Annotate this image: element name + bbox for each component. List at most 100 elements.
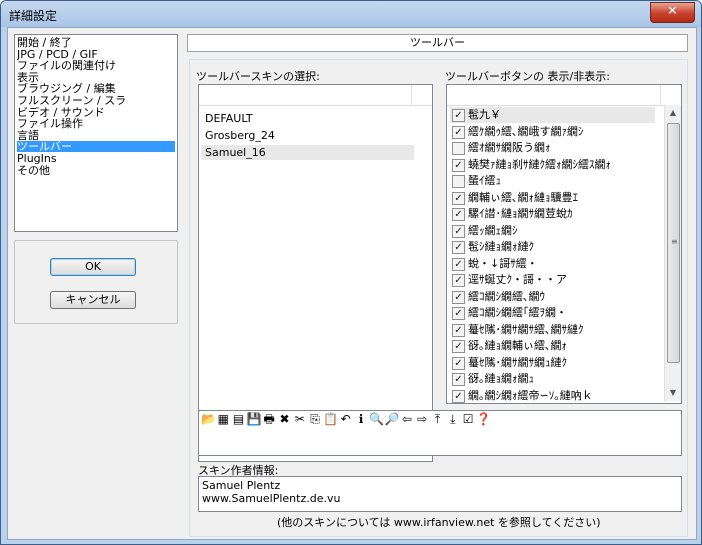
- checkbox[interactable]: ✓: [452, 373, 465, 386]
- category-item[interactable]: ツールバー: [17, 141, 175, 153]
- checkbox[interactable]: ✓: [452, 158, 465, 172]
- print-icon: 🖶: [263, 412, 275, 426]
- category-item[interactable]: PlugIns: [17, 153, 175, 164]
- category-item[interactable]: 開始 / 終了: [17, 37, 175, 48]
- toolbar-preview: 📂 ▦ ▤ 💾 🖶 ✖ ✂ ⎘ 📋 ↶ ℹ 🔍 🔎 ⇦ ⇨ ⤒ ⤓ ☑ ❓: [198, 410, 682, 456]
- cancel-button[interactable]: キャンセル: [50, 291, 136, 309]
- checkbox[interactable]: ✓: [452, 274, 465, 287]
- toolbar-button-label: 蜑ｲ繧ｭ: [468, 174, 501, 187]
- checkbox[interactable]: [452, 175, 465, 188]
- toolbar-button-list[interactable]: ▲ ≡ ▼ ✓ 髢九￥ ✓ 繧ｹ繝ｩ繧､繝峨す繝ｧ繝ｼ 繧ｵ繝ｻ繝阪う繝ｫ ✓ 蟯樊ｧ縺ｮ刹…: [446, 84, 682, 404]
- skin-item[interactable]: Samuel_16: [201, 145, 414, 160]
- toolbar-button-item[interactable]: 繧ｵ繝ｻ繝阪う繝ｫ: [450, 140, 655, 156]
- skin-item[interactable]: DEFAULT: [201, 111, 414, 126]
- toolbar-button-label: 騾ｲ譛･縺ｮ繝ｻ繝荳蛻ｶ: [468, 207, 573, 220]
- toolbar-button-item[interactable]: ✓ 髢九￥: [450, 107, 655, 123]
- skin-item[interactable]: Grosberg_24: [201, 128, 414, 143]
- skin-list[interactable]: DEFAULT Grosberg_24 Samuel_16: [198, 84, 433, 462]
- category-item[interactable]: 表示: [17, 72, 175, 83]
- toolbar-button-label: 繝輔ぃ繧､繝ｫ縺ｮ驥豊ｴ: [468, 190, 578, 204]
- category-item[interactable]: フルスクリーン / スラ: [17, 95, 175, 106]
- close-icon: ✕: [667, 4, 678, 19]
- toolbar-button-item[interactable]: ✓ 繧ｺ繝ｼ繝繧｢繧ｦ繝・: [450, 305, 655, 321]
- category-list[interactable]: 開始 / 終了 JPG / PCD / GIF ファイルの関連付け 表示 ブラウジング …: [14, 34, 178, 232]
- window-title: 詳細設定: [9, 9, 58, 23]
- checkbox[interactable]: ✓: [452, 241, 465, 254]
- toolbar-button-item[interactable]: 蜑ｲ繧ｭ: [450, 173, 655, 189]
- zoom-in-icon: 🔍: [369, 412, 385, 426]
- grip-icon: ≡: [671, 237, 678, 246]
- info-icon: ℹ: [358, 412, 364, 426]
- next-icon: ⇨: [417, 412, 428, 426]
- help-icon: ❓: [476, 412, 492, 426]
- toolbar-button-item[interactable]: ✓ 繧ｺ繝ｼ繝繧､繝ｳ: [450, 289, 655, 305]
- settings-window: 詳細設定 ✕ 開始 / 終了 JPG / PCD / GIF ファイルの関連付け 表示…: [0, 0, 702, 545]
- toolbar-button-item[interactable]: ✓ 蟯樊ｧ縺ｮ刹ｻ縺ｸ繧ｫ繝ｼ繧ｽ繝ｫ: [450, 157, 655, 173]
- toolbar-button-label: 谺｡縺ｮ繝ｫ繝ｭ: [468, 372, 534, 385]
- toolbar-button-item[interactable]: ✓ 逕ｻ蜒丈ｸ・謌・・ア: [450, 272, 655, 288]
- paste-icon: 📋: [323, 412, 339, 426]
- toolbar-button-item[interactable]: ✓ 繝輔ぃ繧､繝ｫ縺ｮ驥豊ｴ: [450, 190, 655, 206]
- toolbar-button-label: 繧ｵ繝ｻ繝阪う繝ｫ: [468, 141, 551, 154]
- checkbox[interactable]: ✓: [452, 125, 465, 139]
- checkbox[interactable]: ✓: [452, 257, 465, 271]
- toolbar-button-label: 繝｡繝ｼ繝ｫ繧帝∽ｿ｡縺吶ｋ: [468, 388, 593, 402]
- undo-icon: ↶: [340, 412, 351, 426]
- last-icon: ⤓: [450, 412, 456, 426]
- vertical-scrollbar[interactable]: ▲ ≡ ▼: [664, 105, 681, 401]
- checkbox[interactable]: [452, 142, 465, 155]
- toolbar-button-item[interactable]: ✓ 繧ｯ繝ｪ繝ｼ: [450, 223, 655, 239]
- first-icon: ⤒: [434, 412, 441, 426]
- slideshow-icon: ▤: [232, 412, 245, 426]
- category-item[interactable]: その他: [17, 165, 175, 176]
- checkbox[interactable]: ✓: [452, 191, 465, 205]
- title-bar[interactable]: 詳細設定 ✕: [1, 1, 701, 27]
- checkbox[interactable]: ✓: [452, 323, 465, 337]
- category-item[interactable]: 言語: [17, 130, 175, 141]
- toolbar-button-item[interactable]: ✓ 谺｡縺ｮ繝輔ぃ繧､繝ｫ: [450, 338, 655, 354]
- thumbnails-icon: ▦: [217, 412, 229, 426]
- page-title: ツールバー: [187, 34, 688, 52]
- toolbar-button-label: 蟇ｾ隲･繝ｻ繝ｻ繧､繝ｻ縺ｸ: [468, 322, 584, 336]
- author-website: www.SamuelPlentz.de.vu: [202, 492, 341, 505]
- toolbar-buttons-label: ツールバーボタンの 表示/非表示:: [445, 70, 610, 83]
- toolbar-button-item[interactable]: ✓ 繝｡繝ｼ繝ｫ繧帝∽ｿ｡縺吶ｋ: [450, 388, 655, 404]
- checkbox[interactable]: ✓: [452, 290, 465, 304]
- toolbar-button-item[interactable]: ✓ 髢ｼ縺ｮ繝ｫ縺ｸ: [450, 239, 655, 255]
- toolbar-button-label: 繧ｯ繝ｪ繝ｼ: [468, 223, 518, 237]
- toolbar-button-item[interactable]: ✓ 騾ｲ譛･縺ｮ繝ｻ繝荳蛻ｶ: [450, 206, 655, 222]
- scroll-up-icon[interactable]: ▲: [665, 105, 681, 121]
- list-header: [199, 85, 432, 106]
- checkbox[interactable]: ✓: [452, 307, 465, 320]
- toolbar-button-label: 逕ｻ蜒丈ｸ・謌・・ア: [468, 273, 567, 286]
- toolbar-button-label: 繧ｹ繝ｩ繧､繝峨す繝ｧ繝ｼ: [468, 124, 584, 138]
- toolbar-button-item[interactable]: ✓ 蛻・↓謌ｻ繧・: [450, 256, 655, 272]
- close-button[interactable]: ✕: [650, 2, 695, 23]
- toolbar-button-label: 蟯樊ｧ縺ｮ刹ｻ縺ｸ繧ｫ繝ｼ繧ｽ繝ｫ: [468, 157, 611, 171]
- toolbar-button-label: 繧ｺ繝ｼ繝繧｢繧ｦ繝・: [468, 306, 567, 319]
- category-item[interactable]: ビデオ / サウンド: [17, 107, 175, 118]
- skin-select-label: ツールバースキンの選択:: [196, 70, 320, 83]
- toolbar-button-item[interactable]: ✓ 谺｡縺ｮ繝ｫ繝ｭ: [450, 371, 655, 387]
- checkbox[interactable]: ✓: [452, 208, 465, 221]
- category-item[interactable]: JPG / PCD / GIF: [17, 49, 175, 60]
- list-header: [447, 85, 681, 106]
- category-item[interactable]: ブラウジング / 編集: [17, 83, 175, 94]
- open-folder-icon: 📂: [201, 412, 216, 426]
- scroll-thumb[interactable]: ≡: [667, 123, 680, 363]
- scroll-down-icon[interactable]: ▼: [665, 385, 681, 401]
- toolbar-button-label: 繧ｺ繝ｼ繝繧､繝ｳ: [468, 289, 545, 303]
- toolbar-button-item[interactable]: ✓ 蟇ｾ隲･繝ｻ繝ｻ繝ｭ縺ｸ: [450, 355, 655, 371]
- checkbox[interactable]: ✓: [452, 356, 465, 370]
- toolbar-button-item[interactable]: ✓ 繧ｹ繝ｩ繧､繝峨す繝ｧ繝ｼ: [450, 124, 655, 140]
- copy-icon: ⎘: [310, 412, 320, 426]
- ok-button[interactable]: OK: [50, 258, 136, 276]
- checkbox[interactable]: ✓: [452, 389, 465, 403]
- checkbox[interactable]: ✓: [452, 340, 465, 353]
- toolbar-button-item[interactable]: ✓ 蟇ｾ隲･繝ｻ繝ｻ繧､繝ｻ縺ｸ: [450, 322, 655, 338]
- category-item[interactable]: ファイルの関連付け: [17, 60, 175, 71]
- checkbox[interactable]: ✓: [452, 109, 465, 122]
- category-item[interactable]: ファイル操作: [17, 118, 175, 129]
- checkbox[interactable]: ✓: [452, 224, 465, 238]
- button-panel: OK キャンセル: [14, 240, 178, 324]
